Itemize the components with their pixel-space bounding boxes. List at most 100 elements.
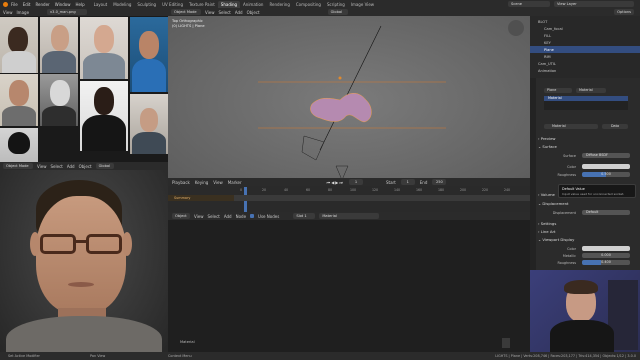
current-frame-field[interactable]: 1	[348, 179, 363, 185]
vd-color-label: Color	[567, 247, 576, 251]
material-select[interactable]: Material	[319, 213, 380, 219]
node-view-menu[interactable]: View	[194, 214, 204, 219]
timeline-header: Playback Keying View Marker ⏮◀▶⏭ 1 Start…	[168, 178, 530, 186]
node-add-menu[interactable]: Add	[224, 214, 232, 219]
outliner-item-animation[interactable]: Animation	[530, 67, 640, 74]
displacement-field[interactable]: Default	[582, 210, 630, 215]
image-view-menu[interactable]: View	[3, 10, 13, 15]
material-name-field[interactable]: Material	[544, 124, 598, 129]
face-mode-select[interactable]: Object Mode	[3, 163, 33, 169]
section-viewport-display-label: Viewport Display	[542, 237, 575, 242]
3d-viewport[interactable]: Object Mode View Select Add Object Globa…	[168, 8, 530, 178]
timeline-marker-menu[interactable]: Marker	[228, 180, 242, 185]
tab-compositing[interactable]: Compositing	[293, 1, 324, 8]
tab-texture-paint[interactable]: Texture Paint	[186, 1, 218, 8]
outliner-item-plane[interactable]: Plane	[530, 46, 640, 53]
face-add-menu[interactable]: Add	[67, 164, 75, 169]
view-layer-selector[interactable]: View Layer	[554, 1, 634, 7]
menu-help[interactable]: Help	[75, 2, 84, 7]
section-settings[interactable]: › Settings	[538, 221, 556, 226]
metallic-slider[interactable]: 0.000	[582, 253, 630, 258]
status-middle-1: Pan View	[90, 354, 106, 358]
outliner-item-blot[interactable]: BLOT	[530, 18, 640, 25]
node-select-menu[interactable]: Select	[208, 214, 220, 219]
material-tab[interactable]: Material	[576, 88, 606, 93]
summary-row: Summary	[168, 195, 234, 201]
menu-file[interactable]: File	[11, 2, 18, 7]
timeline-keying-menu[interactable]: Keying	[195, 180, 208, 185]
end-field[interactable]: 250	[432, 179, 447, 185]
section-displacement[interactable]: ⌄ Displacement	[538, 201, 569, 206]
section-displacement-label: Displacement	[542, 201, 569, 206]
node-editor[interactable]: Object View Select Add Node Use Nodes Sl…	[168, 212, 530, 352]
use-nodes-checkbox[interactable]	[250, 214, 255, 218]
node-editor-header: Object View Select Add Node Use Nodes Sl…	[168, 212, 530, 220]
face-view-menu[interactable]: View	[37, 164, 47, 169]
menu-window[interactable]: Window	[55, 2, 71, 7]
color-swatch[interactable]	[582, 164, 630, 169]
outliner-header: Options	[530, 8, 640, 16]
outliner-item-rim[interactable]: RIM	[530, 53, 640, 60]
slot-select[interactable]: Slot 1	[293, 213, 316, 219]
outliner-options[interactable]: Options	[614, 9, 634, 15]
reference-photo-9	[130, 94, 168, 154]
tab-uv-editing[interactable]: UV Editing	[159, 1, 186, 8]
tab-animation[interactable]: Animation	[240, 1, 266, 8]
roughness-slider[interactable]: 0.500	[582, 172, 630, 177]
section-line-art-label: Line Art	[540, 229, 556, 234]
outliner-item-cam-focal[interactable]: Cam_focal	[530, 25, 640, 32]
vd-roughness-slider[interactable]: 0.400	[582, 260, 630, 265]
timeline-view-menu[interactable]: View	[213, 180, 223, 185]
object-name-field[interactable]: Plane	[544, 88, 572, 93]
face-object-menu[interactable]: Object	[79, 164, 92, 169]
outliner-item-cam-util[interactable]: Cam_UTIL	[530, 60, 640, 67]
section-line-art[interactable]: › Line Art	[538, 229, 556, 234]
tab-image-view[interactable]: Image View	[348, 1, 377, 8]
tooltip-body: Input value used for unconnected socket.	[562, 192, 625, 196]
section-volume[interactable]: › Volume	[538, 192, 555, 197]
viewport-gizmo[interactable]	[508, 20, 524, 36]
blender-logo-icon[interactable]	[3, 1, 8, 7]
tab-scripting[interactable]: Scripting	[324, 1, 348, 8]
section-preview[interactable]: › Preview	[538, 136, 556, 141]
vd-color-swatch[interactable]	[582, 246, 630, 251]
reference-photo-5	[0, 74, 38, 126]
displacement-value: Default	[586, 210, 599, 214]
face-transform-select[interactable]: Global	[95, 163, 114, 169]
tab-rendering[interactable]: Rendering	[266, 1, 292, 8]
reference-photo-1	[0, 17, 38, 73]
scene-selector[interactable]: Scene	[508, 1, 550, 7]
tick-220: 220	[482, 188, 489, 192]
outliner-label: Cam_UTIL	[538, 61, 556, 66]
node-minimap	[502, 338, 510, 348]
face-select-menu[interactable]: Select	[51, 164, 63, 169]
metallic-label: Metallic	[562, 254, 576, 258]
play-controls[interactable]: ⏮◀▶⏭	[327, 180, 344, 185]
section-surface[interactable]: ⌄ Surface	[538, 144, 557, 149]
timeline: Playback Keying View Marker ⏮◀▶⏭ 1 Start…	[168, 178, 530, 212]
vd-roughness-label: Roughness	[557, 261, 577, 265]
menu-edit[interactable]: Edit	[23, 2, 31, 7]
data-link-label: Data	[610, 124, 620, 128]
outliner-item-fill[interactable]: FILL	[530, 32, 640, 39]
light-cone-gizmo	[335, 165, 349, 178]
tab-layout[interactable]: Layout	[91, 1, 111, 8]
data-link-select[interactable]: Data	[602, 124, 628, 129]
node-object-select[interactable]: Object	[172, 213, 190, 219]
surface-shader-field[interactable]: Diffuse BSDF	[582, 153, 630, 158]
image-image-menu[interactable]: Image	[17, 10, 30, 15]
start-field[interactable]: 1	[400, 179, 415, 185]
node-node-menu[interactable]: Node	[236, 214, 246, 219]
outliner-label: RIM	[544, 54, 551, 59]
image-name-field[interactable]: v3.0_man.png	[47, 9, 88, 15]
roughness-label: Roughness	[557, 173, 577, 177]
section-viewport-display[interactable]: ⌄ Viewport Display	[538, 237, 574, 242]
timeline-playback-menu[interactable]: Playback	[172, 180, 190, 185]
menu-render[interactable]: Render	[35, 2, 49, 7]
webcam-overlay	[530, 270, 640, 352]
outliner-item-key[interactable]: KEY	[530, 39, 640, 46]
tab-shading[interactable]: Shading	[217, 0, 241, 8]
tab-sculpting[interactable]: Sculpting	[134, 1, 159, 8]
tab-modeling[interactable]: Modeling	[110, 1, 134, 8]
material-slot-list[interactable]: Material	[544, 96, 628, 110]
